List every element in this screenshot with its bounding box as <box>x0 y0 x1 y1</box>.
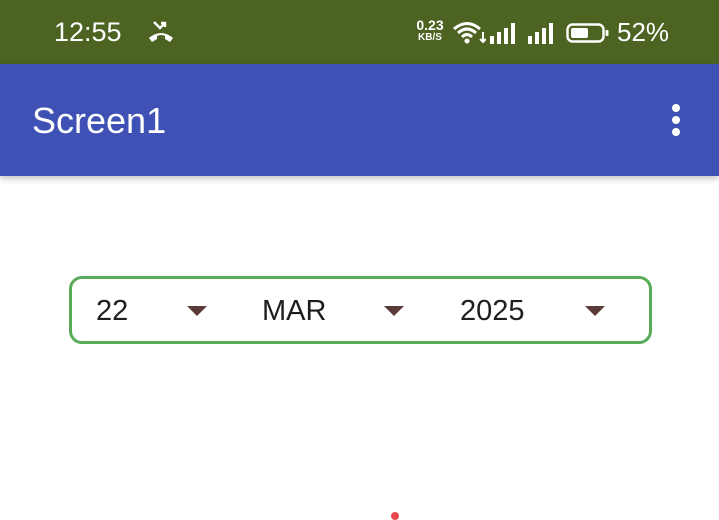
more-vert-icon[interactable] <box>656 92 696 148</box>
status-time: 12:55 <box>54 17 122 47</box>
network-speed-unit: KB/S <box>418 32 442 43</box>
network-speed-value: 0.23 <box>416 17 444 33</box>
partial-indicator <box>391 512 399 520</box>
wifi-icon <box>453 22 486 44</box>
day-spinner[interactable]: 22 <box>72 279 262 341</box>
day-value: 22 <box>96 295 129 327</box>
status-bar: 12:55 0.23 KB/S 52% <box>0 0 719 64</box>
dropdown-arrow-icon <box>187 306 207 316</box>
date-picker: 22 MAR 2025 <box>69 276 652 344</box>
network-speed: 0.23 KB/S <box>412 18 448 43</box>
page-title: Screen1 <box>32 100 167 141</box>
year-value: 2025 <box>460 295 525 327</box>
dropdown-arrow-icon <box>384 306 404 316</box>
year-spinner[interactable]: 2025 <box>460 279 650 341</box>
month-spinner[interactable]: MAR <box>262 279 462 341</box>
month-value: MAR <box>262 295 327 327</box>
app-bar: Screen1 <box>0 64 719 176</box>
signal-icon <box>490 23 515 44</box>
missed-call-icon <box>149 21 173 42</box>
signal-icon <box>528 23 553 44</box>
battery-percent: 52% <box>617 17 670 47</box>
dropdown-arrow-icon <box>585 306 605 316</box>
battery-icon <box>566 23 609 43</box>
